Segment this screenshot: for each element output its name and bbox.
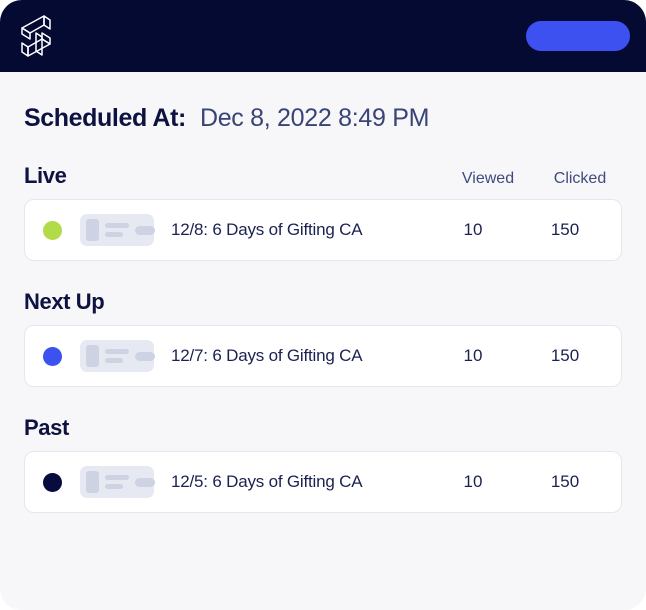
section-header: Next Up <box>24 289 622 315</box>
campaign-row[interactable]: 12/5: 6 Days of Gifting CA 10 150 <box>24 451 622 513</box>
header-action-button[interactable] <box>526 21 630 51</box>
thumbnail-placeholder-icon <box>80 340 155 372</box>
thumbnail-pill-icon <box>135 351 155 361</box>
column-header-clicked: Clicked <box>553 170 607 187</box>
metric-viewed: 10 <box>463 472 483 491</box>
section-title: Past <box>24 415 69 440</box>
status-dot-live <box>43 220 62 240</box>
campaign-row[interactable]: 12/7: 6 Days of Gifting CA 10 150 <box>24 325 622 387</box>
metric-viewed: 10 <box>463 346 483 365</box>
thumbnail-bar-icon <box>86 219 99 241</box>
thumbnail-bar-icon <box>86 345 99 367</box>
campaign-title: 12/7: 6 Days of Gifting CA <box>171 346 363 365</box>
thumbnail-line-long <box>105 475 129 480</box>
thumbnail-line-long <box>105 349 129 354</box>
campaign-row[interactable]: 12/8: 6 Days of Gifting CA 10 150 <box>24 199 622 261</box>
thumbnail-line-short <box>105 484 123 489</box>
thumbnail-lines-icon <box>105 223 129 237</box>
app-window: Scheduled At: Dec 8, 2022 8:49 PM Live Vi… <box>0 0 646 610</box>
thumbnail-lines-icon <box>105 349 129 363</box>
thumbnail-lines-icon <box>105 475 129 489</box>
lightning-bolt-logo-icon[interactable] <box>14 13 58 59</box>
metric-clicked: 150 <box>550 220 580 239</box>
section-header: Past <box>24 415 622 441</box>
sections-container: Live Viewed Clicked 12/8: 6 Days of Gifting… <box>24 163 622 513</box>
top-navigation-bar <box>0 0 646 72</box>
metric-viewed: 10 <box>463 220 483 239</box>
metric-clicked: 150 <box>550 472 580 491</box>
scheduled-at-row: Scheduled At: Dec 8, 2022 8:49 PM <box>24 72 622 135</box>
section-header: Live Viewed Clicked <box>24 163 622 189</box>
metric-clicked: 150 <box>550 346 580 365</box>
thumbnail-pill-icon <box>135 477 155 487</box>
campaign-title: 12/5: 6 Days of Gifting CA <box>171 472 363 491</box>
section-title: Live <box>24 163 67 188</box>
thumbnail-placeholder-icon <box>80 214 155 246</box>
thumbnail-line-short <box>105 232 123 237</box>
scheduled-at-value: Dec 8, 2022 8:49 PM <box>199 104 430 132</box>
page-body: Scheduled At: Dec 8, 2022 8:49 PM Live Vi… <box>0 72 646 610</box>
thumbnail-line-long <box>105 223 129 228</box>
section-title: Next Up <box>24 289 105 314</box>
thumbnail-placeholder-icon <box>80 466 155 498</box>
status-dot-past <box>43 472 62 492</box>
campaign-title: 12/8: 6 Days of Gifting CA <box>171 220 363 239</box>
status-dot-next-up <box>43 346 62 366</box>
column-header-viewed: Viewed <box>461 170 515 187</box>
thumbnail-bar-icon <box>86 471 99 493</box>
thumbnail-line-short <box>105 358 123 363</box>
thumbnail-pill-icon <box>135 225 155 235</box>
scheduled-at-label: Scheduled At: <box>24 104 186 132</box>
